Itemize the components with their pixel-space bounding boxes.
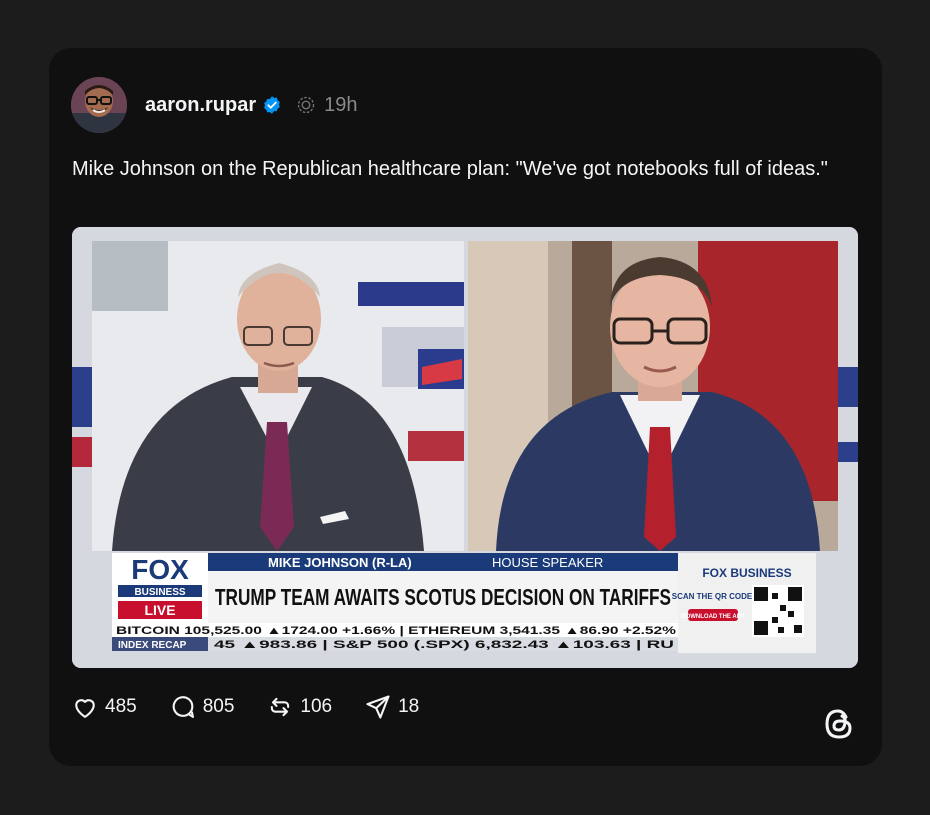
left-video-panel bbox=[92, 241, 464, 551]
like-count: 485 bbox=[105, 696, 137, 717]
lower-third: FOX BUSINESS LIVE MIKE JOHNSON (R-LA) HO… bbox=[112, 553, 816, 653]
headline: TRUMP TEAM AWAITS SCOTUS DECISION ON TAR… bbox=[215, 584, 671, 610]
repost-icon bbox=[271, 697, 290, 717]
post-actions: 485 805 106 18 bbox=[71, 693, 451, 721]
network-logo: FOX bbox=[131, 554, 189, 585]
post-video[interactable]: FOX BUSINESS LIVE MIKE JOHNSON (R-LA) HO… bbox=[72, 227, 858, 668]
side-brand: FOX BUSINESS bbox=[702, 566, 791, 580]
right-video-panel bbox=[468, 241, 838, 551]
comment-icon bbox=[172, 696, 194, 718]
nameplate: MIKE JOHNSON (R-LA) bbox=[268, 555, 412, 570]
avatar[interactable] bbox=[71, 77, 127, 133]
share-count: 18 bbox=[398, 696, 420, 717]
username[interactable]: aaron.rupar bbox=[145, 94, 256, 117]
like-button[interactable]: 485 bbox=[71, 693, 137, 721]
send-icon bbox=[366, 695, 390, 719]
threads-crosspost-icon bbox=[297, 96, 315, 114]
verified-badge-icon bbox=[264, 96, 280, 114]
post-header: aaron.rupar 19h bbox=[71, 77, 358, 133]
threads-logo-icon[interactable] bbox=[821, 706, 857, 742]
repost-button[interactable]: 106 bbox=[266, 693, 332, 721]
side-download: DOWNLOAD THE APP bbox=[681, 614, 744, 620]
nameplate-role: HOUSE SPEAKER bbox=[492, 555, 603, 570]
network-sub: BUSINESS bbox=[134, 587, 185, 598]
post-card: aaron.rupar 19h Mike Johnson on the Repu… bbox=[49, 48, 882, 766]
post-timestamp[interactable]: 19h bbox=[324, 94, 357, 117]
live-badge: LIVE bbox=[144, 602, 175, 618]
reply-button[interactable]: 805 bbox=[169, 693, 235, 721]
side-scan: SCAN THE QR CODE bbox=[672, 592, 753, 601]
ticker-row-1: BITCOIN 105,525.00 ▲1724.00 +1.66% | ETH… bbox=[116, 625, 676, 637]
ticker-row-2-label: INDEX RECAP bbox=[118, 640, 187, 651]
ticker-row-2: 45 ▲983.86 | S&P 500 (.SPX) 6,832.43 ▲10… bbox=[214, 639, 674, 651]
reply-count: 805 bbox=[202, 696, 235, 717]
heart-icon bbox=[75, 699, 95, 718]
repost-count: 106 bbox=[300, 696, 333, 717]
share-button[interactable]: 18 bbox=[364, 693, 419, 721]
post-text: Mike Johnson on the Republican healthcar… bbox=[72, 158, 828, 180]
